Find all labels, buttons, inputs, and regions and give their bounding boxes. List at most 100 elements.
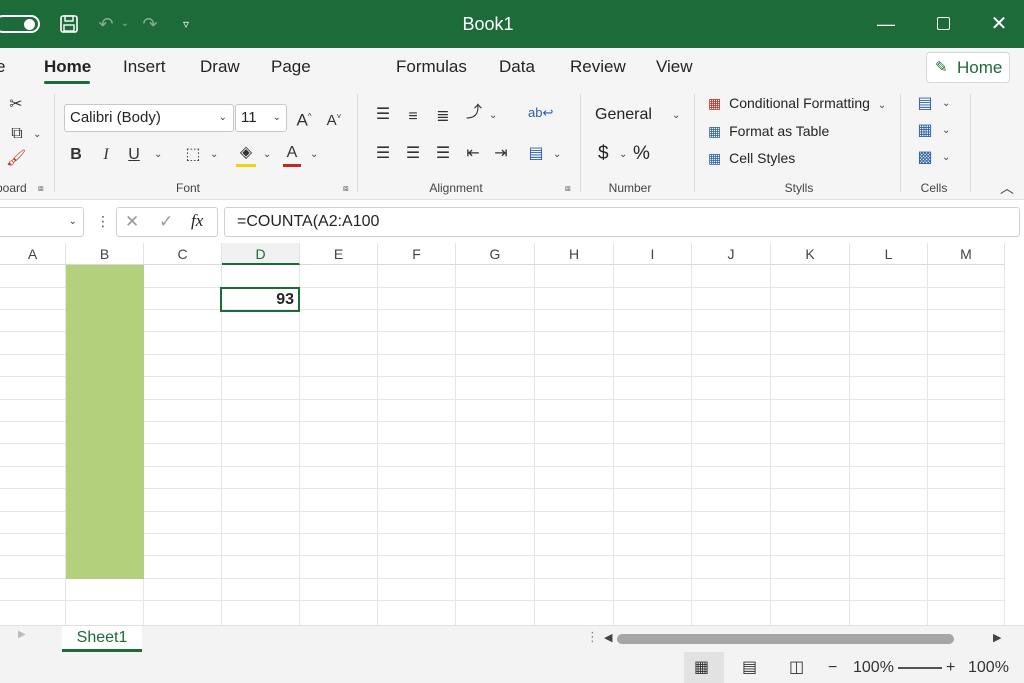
underline-icon[interactable]: U — [125, 144, 143, 166]
column-header-b[interactable]: B — [66, 243, 144, 265]
italic-icon[interactable]: I — [97, 144, 115, 166]
column-header-i[interactable]: I — [614, 243, 692, 265]
column-header-j[interactable]: J — [692, 243, 771, 265]
underline-chevron-icon[interactable]: ⌄ — [154, 149, 162, 160]
merge-center-icon[interactable]: ▤ — [526, 143, 546, 165]
insert-cells-chevron-icon[interactable]: ⌄ — [942, 98, 950, 109]
orientation-chevron-icon[interactable]: ⌄ — [489, 110, 497, 121]
cell-styles-button[interactable]: ▦ Cell Styles — [708, 148, 868, 168]
maximize-icon[interactable] — [937, 17, 950, 30]
currency-button[interactable]: $ — [598, 143, 609, 165]
align-middle-icon[interactable]: ≡ — [403, 106, 423, 128]
tab-data[interactable]: Data — [499, 48, 535, 88]
column-b-filled-range[interactable] — [66, 265, 144, 579]
fill-color-chevron-icon[interactable]: ⌄ — [263, 149, 271, 160]
autosave-toggle[interactable] — [0, 15, 40, 33]
home-share-button[interactable]: ✎ Home — [926, 52, 1010, 83]
font-launcher-icon[interactable]: ⧈ — [343, 183, 349, 194]
format-cells-icon[interactable]: ▩ — [915, 147, 935, 169]
column-header-k[interactable]: K — [771, 243, 850, 265]
font-name-select[interactable]: Calibri (Body) ⌄ — [64, 104, 234, 132]
more-options-icon[interactable]: ⋮ — [96, 213, 110, 230]
undo-chevron-icon[interactable]: ⌄ — [118, 0, 132, 48]
zoom-out-button[interactable]: − — [828, 652, 837, 683]
scroll-left-icon[interactable]: ◀ — [604, 631, 612, 644]
column-header-g[interactable]: G — [456, 243, 535, 265]
zoom-in-button[interactable]: + — [946, 652, 955, 683]
normal-view-button[interactable]: ▦ — [684, 652, 724, 683]
format-cells-chevron-icon[interactable]: ⌄ — [942, 152, 950, 163]
insert-cells-icon[interactable]: ▤ — [915, 93, 935, 115]
copy-icon[interactable]: ⧉ — [6, 123, 28, 145]
horizontal-scrollbar[interactable] — [617, 634, 954, 644]
fill-color-icon[interactable]: ◈ — [236, 142, 256, 167]
borders-icon[interactable]: ⬚ — [183, 144, 203, 166]
conditional-formatting-button[interactable]: ▦ Conditional Formatting ⌄ — [708, 93, 898, 116]
scroll-right-icon[interactable]: ▶ — [993, 631, 1001, 644]
increase-indent-icon[interactable]: ⇥ — [491, 143, 511, 165]
delete-cells-icon[interactable]: ▦ — [915, 120, 935, 142]
column-header-m[interactable]: M — [928, 243, 1005, 265]
percent-button[interactable]: % — [633, 143, 650, 165]
column-header-e[interactable]: E — [300, 243, 378, 265]
align-bottom-icon[interactable]: ≣ — [433, 106, 453, 128]
align-left-icon[interactable]: ☰ — [373, 143, 393, 165]
font-size-select[interactable]: 11 ⌄ — [235, 104, 287, 132]
number-format-chevron-icon[interactable]: ⌄ — [672, 110, 680, 121]
column-header-l[interactable]: L — [850, 243, 928, 265]
decrease-indent-icon[interactable]: ⇤ — [463, 143, 483, 165]
active-cell-d2[interactable]: 93 — [220, 287, 300, 312]
font-color-icon[interactable]: A — [283, 142, 301, 167]
column-header-d[interactable]: D — [222, 243, 300, 265]
merge-chevron-icon[interactable]: ⌄ — [553, 149, 561, 160]
page-break-view-icon[interactable]: ◫ — [789, 652, 804, 683]
close-icon[interactable]: ✕ — [988, 0, 1010, 48]
customize-toolbar-chevron-icon[interactable]: ▿ — [178, 0, 194, 48]
align-top-icon[interactable]: ☰ — [373, 104, 393, 126]
zoom-slider[interactable] — [898, 667, 942, 669]
tab-review[interactable]: Review — [570, 48, 626, 88]
column-header-a[interactable]: A — [0, 243, 66, 265]
clipboard-launcher-icon[interactable]: ⧈ — [38, 183, 44, 194]
tab-draw[interactable]: Draw — [200, 48, 240, 88]
sheet-tab-sheet1[interactable]: Sheet1 — [62, 626, 142, 652]
zoom-percent-button[interactable]: 100% — [968, 652, 1009, 683]
tab-home[interactable]: Home — [44, 48, 91, 88]
enter-icon[interactable]: ✓ — [159, 212, 173, 232]
format-as-table-button[interactable]: ▦ Format as Table — [708, 121, 868, 141]
column-header-h[interactable]: H — [535, 243, 614, 265]
name-box[interactable]: ⌄ — [0, 207, 84, 237]
align-right-icon[interactable]: ☰ — [433, 143, 453, 165]
delete-cells-chevron-icon[interactable]: ⌄ — [942, 125, 950, 136]
tab-file[interactable]: e — [0, 48, 10, 88]
column-header-f[interactable]: F — [378, 243, 456, 265]
format-painter-icon[interactable]: 🖌 — [6, 148, 26, 170]
number-format-select[interactable]: General — [595, 106, 652, 124]
insert-function-icon[interactable]: fx — [191, 211, 203, 231]
tab-page-layout[interactable]: Page Layout — [271, 48, 363, 114]
redo-icon[interactable]: ↷ — [140, 0, 160, 48]
font-color-chevron-icon[interactable]: ⌄ — [310, 149, 318, 160]
worksheet-grid[interactable]: A B C D E F G H I J K L M — [0, 243, 1024, 625]
alignment-launcher-icon[interactable]: ⧈ — [565, 183, 571, 194]
split-handle-icon[interactable]: ⋮ — [586, 629, 599, 645]
tab-view[interactable]: View — [656, 48, 696, 88]
currency-chevron-icon[interactable]: ⌄ — [619, 149, 627, 160]
decrease-font-icon[interactable]: A˅ — [324, 106, 344, 132]
column-header-c[interactable]: C — [144, 243, 222, 265]
formula-input[interactable]: =COUNTA(A2:A100 — [224, 207, 1020, 237]
tab-formulas[interactable]: Formulas — [396, 48, 467, 88]
previous-sheet-icon[interactable]: ▶ — [18, 629, 26, 640]
cancel-icon[interactable]: ✕ — [125, 212, 139, 232]
borders-chevron-icon[interactable]: ⌄ — [210, 149, 218, 160]
orientation-icon[interactable]: ⤴ — [464, 102, 484, 124]
undo-icon[interactable]: ↶ — [96, 0, 116, 48]
minimize-icon[interactable]: — — [874, 0, 898, 48]
align-center-icon[interactable]: ☰ — [403, 143, 423, 165]
tab-insert[interactable]: Insert — [123, 48, 169, 88]
copy-chevron-icon[interactable]: ⌄ — [33, 129, 41, 140]
cut-icon[interactable]: ✂ — [6, 94, 26, 116]
collapse-ribbon-icon[interactable]: ︿ — [1000, 178, 1014, 198]
wrap-text-icon[interactable]: ab↩ — [528, 102, 553, 124]
bold-icon[interactable]: B — [67, 144, 85, 166]
